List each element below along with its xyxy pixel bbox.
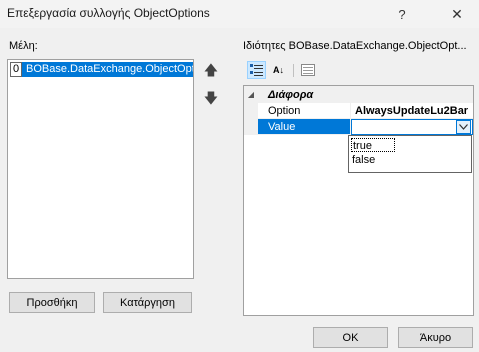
property-pages-icon — [300, 64, 315, 76]
properties-label: Ιδιότητες BOBase.DataExchange.ObjectOpt.… — [243, 40, 467, 52]
property-grid[interactable]: ◢ Διάφορα Option AlwaysUpdateLu2Bar Valu… — [243, 85, 474, 316]
arrow-down-icon: 🡇 — [203, 90, 219, 106]
sort-alpha-icon: A↓ — [273, 65, 284, 75]
arrow-up-icon: 🡅 — [203, 62, 219, 78]
property-pages-button[interactable] — [298, 61, 317, 79]
list-item-text: BOBase.DataExchange.ObjectOptions — [22, 62, 193, 77]
help-button[interactable]: ? — [382, 0, 422, 28]
property-value-editor[interactable] — [351, 119, 473, 135]
move-up-button[interactable]: 🡅 — [200, 62, 222, 82]
title-bar: Επεξεργασία συλλογής ObjectOptions ? ✕ — [0, 0, 479, 28]
move-down-button[interactable]: 🡇 — [200, 90, 222, 110]
category-label: Διάφορα — [268, 88, 314, 101]
add-button[interactable]: Προσθήκη — [9, 292, 95, 313]
collapse-icon[interactable]: ◢ — [244, 90, 258, 99]
property-name: Value — [258, 119, 351, 135]
property-value[interactable]: AlwaysUpdateLu2Bar — [351, 103, 473, 119]
window-title: Επεξεργασία συλλογής ObjectOptions — [7, 6, 210, 20]
chevron-down-icon — [459, 124, 468, 130]
list-item[interactable]: 0 BOBase.DataExchange.ObjectOptions — [10, 62, 193, 77]
remove-button[interactable]: Κατάργηση — [103, 292, 192, 313]
members-list[interactable]: 0 BOBase.DataExchange.ObjectOptions — [7, 59, 194, 279]
dropdown-button[interactable] — [456, 120, 471, 134]
cancel-button[interactable]: Άκυρο — [398, 327, 473, 348]
close-icon: ✕ — [451, 5, 463, 22]
property-name: Option — [258, 103, 351, 119]
ok-button[interactable]: OK — [313, 327, 388, 348]
list-item-index: 0 — [10, 62, 22, 77]
property-row-option[interactable]: Option AlwaysUpdateLu2Bar — [244, 103, 473, 119]
value-dropdown-list[interactable]: true false — [348, 135, 472, 173]
members-label: Μέλη: — [9, 40, 38, 52]
categorized-icon — [250, 64, 263, 76]
toolbar-separator — [293, 64, 294, 77]
property-row-value[interactable]: Value — [244, 119, 473, 135]
dropdown-option-false[interactable]: false — [351, 153, 375, 167]
close-button[interactable]: ✕ — [437, 0, 477, 28]
category-row[interactable]: ◢ Διάφορα — [244, 86, 473, 103]
alphabetical-button[interactable]: A↓ — [269, 61, 288, 79]
property-toolbar: A↓ — [243, 58, 473, 82]
dropdown-option-true[interactable]: true — [351, 138, 395, 152]
help-icon: ? — [398, 6, 406, 22]
categorized-button[interactable] — [247, 61, 266, 79]
